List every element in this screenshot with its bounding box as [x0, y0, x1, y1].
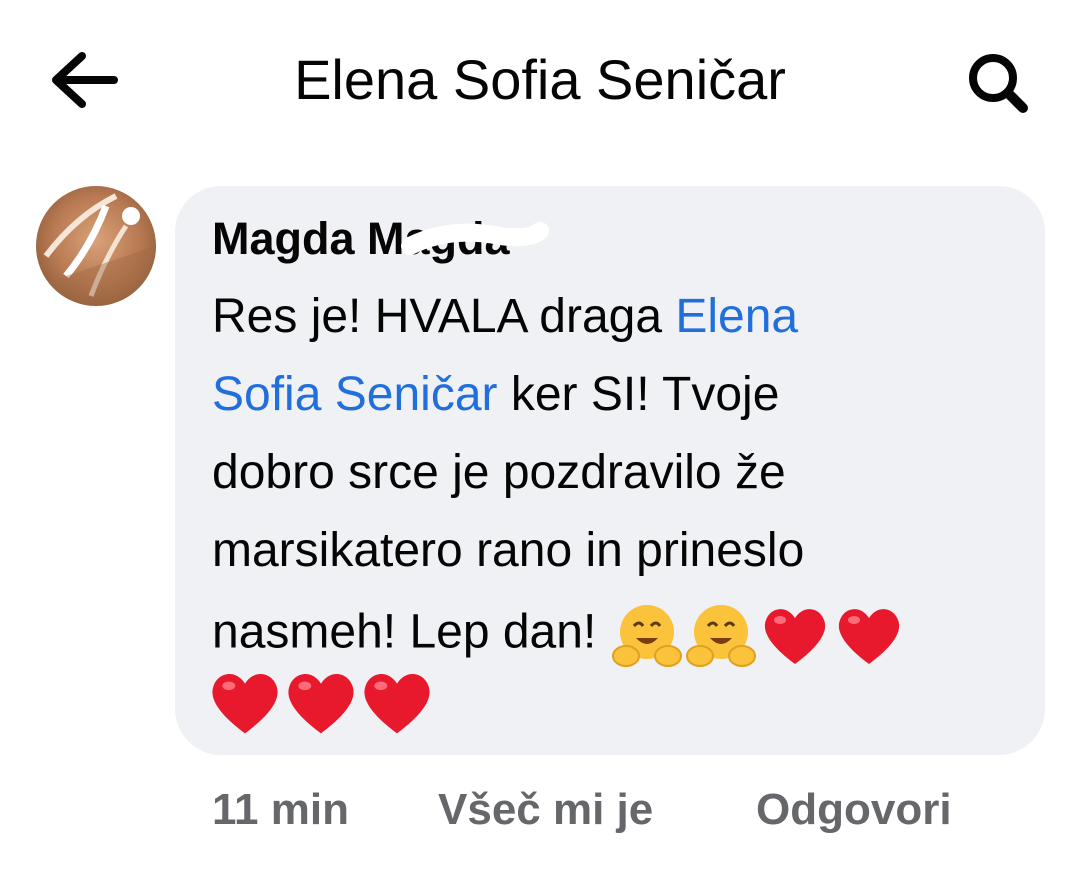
search-icon [969, 54, 1028, 113]
top-bar: Elena Sofia Seničar [0, 0, 1080, 160]
comment-text-line-1: Res je! HVALA draga Elena [212, 287, 798, 347]
comment-text-part: Res je! HVALA draga [212, 290, 676, 343]
back-button[interactable] [40, 42, 130, 122]
reply-button[interactable]: Odgovori [756, 780, 952, 840]
emoji-row [205, 664, 433, 744]
page-title: Elena Sofia Seničar [294, 48, 786, 111]
hugging-face-emoji [685, 605, 756, 667]
red-heart-emoji [838, 609, 899, 664]
mention-link[interactable]: Elena [675, 290, 798, 343]
search-button[interactable] [955, 44, 1045, 124]
red-heart-emoji [364, 674, 430, 734]
comment-text-part: nasmeh! Lep dan! [212, 605, 597, 659]
comment-timestamp[interactable]: 11 min [212, 780, 349, 840]
hugging-face-emoji [611, 605, 682, 667]
red-heart-emoji [288, 674, 354, 734]
red-heart-emoji [764, 609, 825, 664]
mention-link[interactable]: Sofia Seničar [212, 368, 498, 421]
comment-text-line-3: dobro srce je pozdravilo že [212, 446, 786, 499]
comment-text-line-2: Sofia Seničar ker SI! Tvoje [212, 365, 779, 425]
avatar[interactable] [36, 186, 156, 306]
like-button[interactable]: Všeč mi je [438, 780, 653, 840]
comment-text-line-5: nasmeh! Lep dan! [212, 600, 906, 670]
arrow-left-icon [52, 52, 118, 108]
comment-text-line-4: marsikatero rano in prineslo [212, 524, 805, 577]
comment-author[interactable]: Magda Magda [212, 210, 510, 268]
red-heart-emoji [212, 674, 278, 734]
avatar-photo [36, 186, 156, 306]
comment-text-part: ker SI! Tvoje [497, 368, 780, 421]
